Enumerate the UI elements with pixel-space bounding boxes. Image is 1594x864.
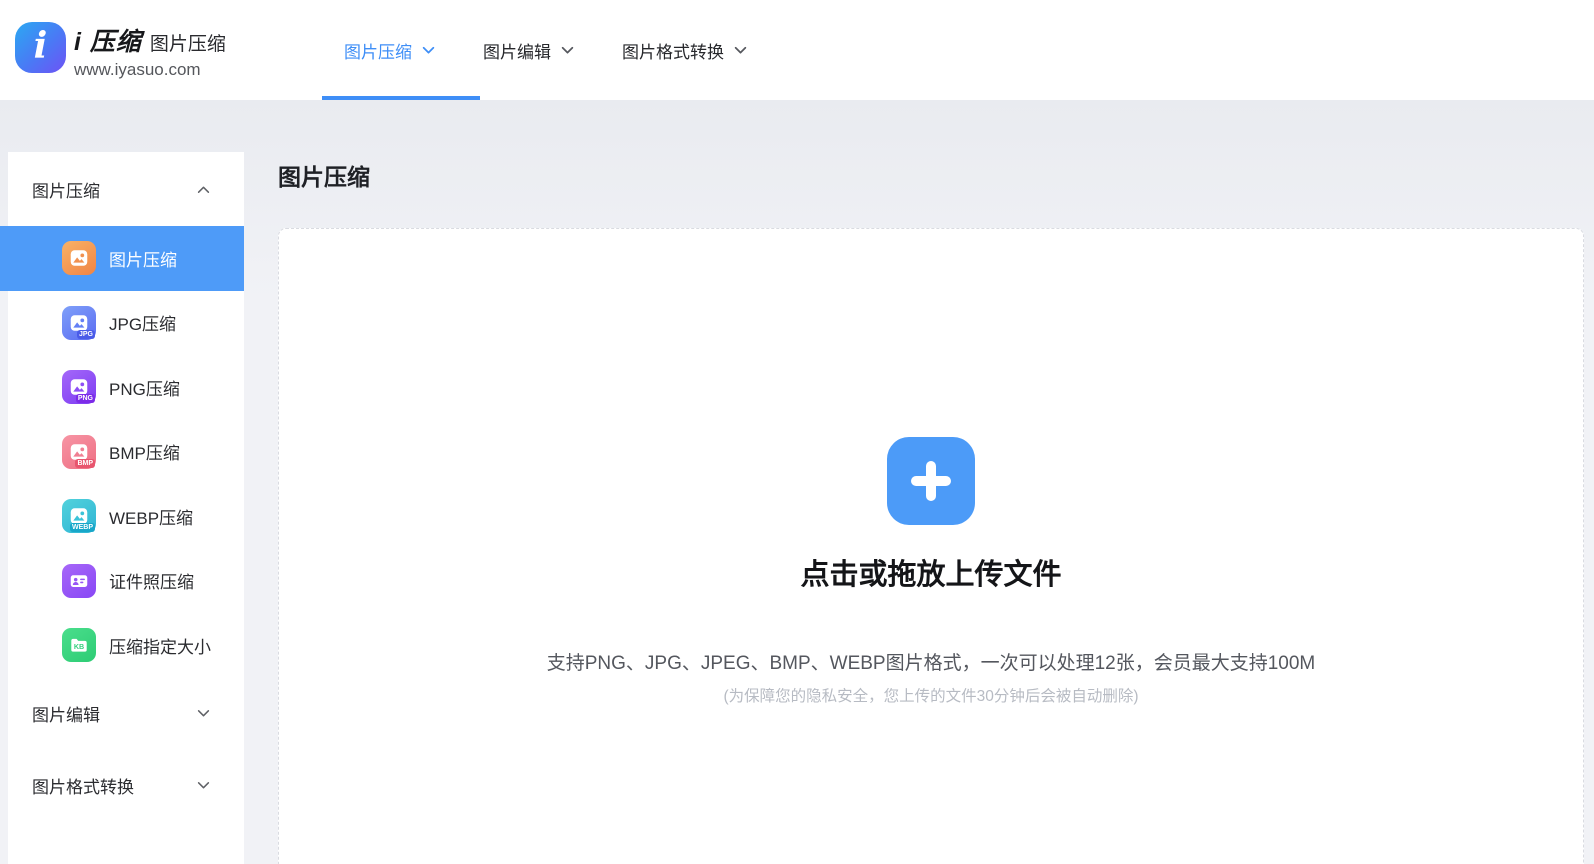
- sidebar-item-label: JPG压缩: [109, 310, 176, 335]
- sidebar-item-webp-compress[interactable]: WEBP WEBP压缩: [8, 484, 244, 549]
- sidebar-item-png-compress[interactable]: PNG PNG压缩: [8, 355, 244, 420]
- sidebar-section-format-convert[interactable]: 图片格式转换: [8, 750, 244, 822]
- upload-note-text: (为保障您的隐私安全，您上传的文件30分钟后会被自动删除): [723, 685, 1138, 709]
- upload-dropzone[interactable]: 点击或拖放上传文件 支持PNG、JPG、JPEG、BMP、WEBP图片格式，一次…: [278, 228, 1584, 864]
- id-photo-icon: [62, 564, 96, 598]
- png-compress-icon: PNG: [62, 370, 96, 404]
- plus-icon: [907, 457, 955, 505]
- brand-name: i 压缩: [74, 22, 142, 58]
- nav-item-label: 图片编辑: [483, 38, 551, 63]
- chevron-down-icon: [561, 46, 574, 55]
- kb-size-icon: KB: [62, 628, 96, 662]
- sidebar-item-label: 证件照压缩: [109, 568, 194, 593]
- nav-item-image-compress[interactable]: 图片压缩: [320, 0, 459, 100]
- sidebar-item-bmp-compress[interactable]: BMP BMP压缩: [8, 420, 244, 485]
- nav-item-format-convert[interactable]: 图片格式转换: [598, 0, 771, 100]
- upload-button[interactable]: [887, 437, 975, 525]
- chevron-down-icon: [422, 46, 435, 55]
- brand-text: i 压缩 图片压缩 www.iyasuo.com: [74, 22, 226, 80]
- chevron-up-icon: [197, 185, 210, 194]
- sidebar-section-label: 图片格式转换: [32, 773, 134, 798]
- page-title: 图片压缩: [278, 158, 370, 192]
- brand-url: www.iyasuo.com: [74, 60, 226, 80]
- image-compress-icon: [62, 241, 96, 275]
- chevron-down-icon: [197, 709, 210, 718]
- logo-letter: i: [34, 28, 48, 64]
- top-nav: 图片压缩 图片编辑 图片格式转换: [320, 0, 771, 100]
- page: i i 压缩 图片压缩 www.iyasuo.com 图片压缩 图片编辑: [0, 0, 1594, 864]
- app-logo-icon: i: [15, 22, 66, 73]
- sidebar-section-image-edit[interactable]: 图片编辑: [8, 678, 244, 750]
- nav-item-image-edit[interactable]: 图片编辑: [459, 0, 598, 100]
- sidebar-item-compress-to-size[interactable]: KB 压缩指定大小: [8, 613, 244, 678]
- brand-logo[interactable]: i i 压缩 图片压缩 www.iyasuo.com: [15, 22, 226, 80]
- sidebar-item-label: 图片压缩: [109, 246, 177, 271]
- sidebar: 图片压缩 图片压缩 JPG JPG压缩 PNG PNG压缩: [8, 152, 244, 864]
- sidebar-item-label: 压缩指定大小: [109, 633, 211, 658]
- upload-hint-text: 支持PNG、JPG、JPEG、BMP、WEBP图片格式，一次可以处理12张，会员…: [547, 649, 1316, 679]
- sidebar-section-label: 图片编辑: [32, 701, 100, 726]
- jpg-compress-icon: JPG: [62, 306, 96, 340]
- sidebar-item-label: PNG压缩: [109, 375, 180, 400]
- sidebar-item-label: BMP压缩: [109, 439, 180, 464]
- svg-text:KB: KB: [74, 643, 84, 651]
- webp-compress-icon: WEBP: [62, 499, 96, 533]
- chevron-down-icon: [197, 781, 210, 790]
- sidebar-item-label: WEBP压缩: [109, 504, 193, 529]
- png-badge: PNG: [76, 394, 95, 403]
- header: i i 压缩 图片压缩 www.iyasuo.com 图片压缩 图片编辑: [0, 0, 1594, 100]
- sidebar-item-image-compress[interactable]: 图片压缩: [0, 226, 244, 291]
- sidebar-section-label: 图片压缩: [32, 177, 100, 202]
- sidebar-item-jpg-compress[interactable]: JPG JPG压缩: [8, 291, 244, 356]
- chevron-down-icon: [734, 46, 747, 55]
- jpg-badge: JPG: [77, 330, 95, 339]
- brand-tagline: 图片压缩: [150, 29, 226, 56]
- sidebar-item-id-photo-compress[interactable]: 证件照压缩: [8, 549, 244, 614]
- webp-badge: WEBP: [70, 523, 95, 532]
- bmp-badge: BMP: [75, 459, 95, 468]
- nav-item-label: 图片格式转换: [622, 38, 724, 63]
- sidebar-section-image-compress[interactable]: 图片压缩: [8, 152, 244, 226]
- nav-item-label: 图片压缩: [344, 38, 412, 63]
- bmp-compress-icon: BMP: [62, 435, 96, 469]
- upload-cta-text: 点击或拖放上传文件: [800, 555, 1061, 595]
